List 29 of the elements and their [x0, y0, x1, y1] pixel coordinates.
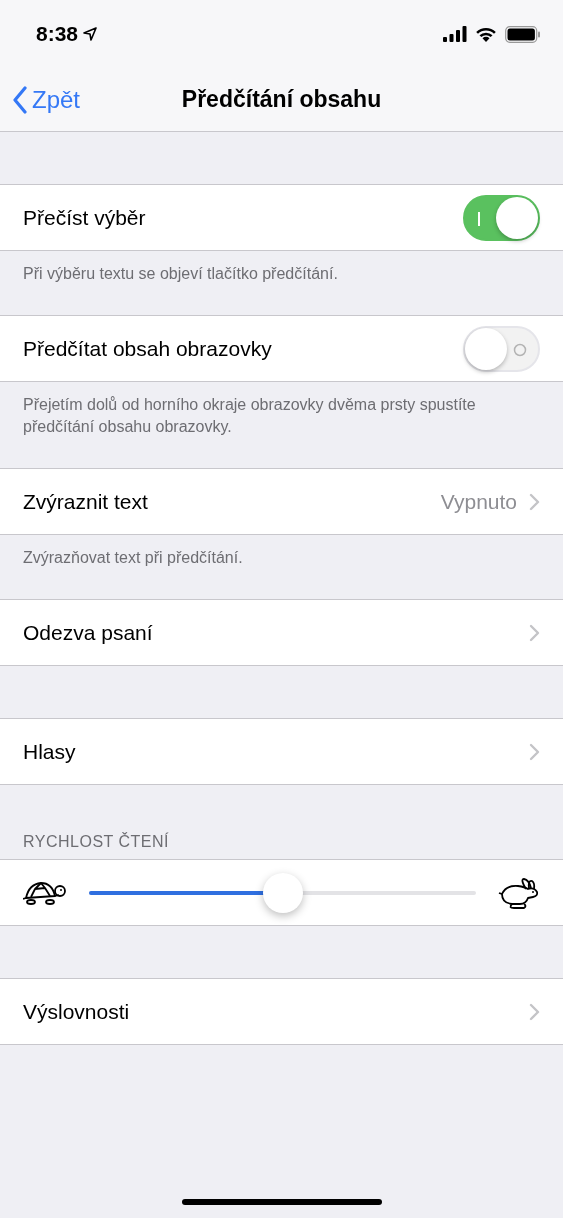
line-icon	[478, 211, 481, 226]
section-footer: Přejetím dolů od horního okraje obrazovky dvěma prsty spustíte předčítání obsahu obrazovky.	[23, 394, 540, 438]
section-footer: Zvýrazňovat text při předčítání.	[23, 547, 540, 569]
battery-icon	[505, 25, 541, 43]
speed-slider[interactable]	[89, 872, 476, 913]
circle-icon	[513, 342, 527, 357]
setting-label: Předčítat obsah obrazovky	[23, 336, 273, 361]
signal-icon	[443, 26, 467, 42]
setting-label: Odezva psaní	[23, 620, 154, 645]
chevron-icon	[529, 623, 540, 642]
page-title: Předčítání obsahu	[181, 86, 382, 113]
slider-thumb[interactable]	[262, 872, 303, 913]
setting-label: Přečíst výběr	[23, 205, 147, 230]
wifi-icon	[475, 26, 497, 42]
section-footer: Při výběru textu se objeví tlačítko předčítání.	[23, 263, 540, 285]
section-header: RYCHLOST ČTENÍ	[23, 833, 169, 851]
chevron-icon	[529, 492, 540, 511]
location-arrow-icon	[83, 27, 98, 41]
setting-label: Zvýraznit text	[23, 489, 149, 514]
back-chevron-icon	[12, 85, 28, 114]
chevron-icon	[529, 1002, 540, 1021]
setting-label: Výslovnosti	[23, 999, 131, 1024]
setting-label: Hlasy	[23, 739, 77, 764]
rabbit-icon	[498, 876, 540, 909]
chevron-icon	[529, 742, 540, 761]
setting-value: Vypnuto	[440, 489, 517, 514]
toggle-switch[interactable]	[463, 194, 540, 241]
status-time: 8:38	[36, 22, 79, 46]
back-button[interactable]: Zpět	[12, 85, 81, 114]
